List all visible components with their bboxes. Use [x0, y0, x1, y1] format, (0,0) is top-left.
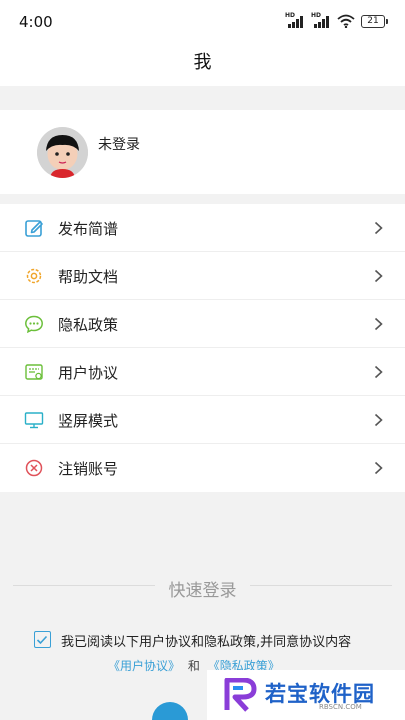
page-title: 我 — [193, 52, 212, 73]
gear-icon — [26, 268, 42, 284]
watermark-subtext: RBSCN.COM — [319, 703, 362, 711]
menu-label: 用户协议 — [58, 364, 119, 382]
battery-icon: 21 — [361, 15, 388, 28]
logo-icon — [224, 678, 257, 712]
user-card[interactable]: 未登录 — [0, 110, 405, 194]
quick-login-title: 快速登录 — [160, 581, 245, 601]
agreement-row: 我已阅读以下用户协议和隐私政策,并同意协议内容 — [34, 630, 394, 650]
menu-label: 竖屏模式 — [58, 412, 119, 430]
signal-hd-icon: HD — [285, 12, 305, 28]
page-header: 我 — [0, 44, 405, 86]
login-status-label[interactable]: 未登录 — [98, 134, 140, 154]
menu-item-user-agreement[interactable]: 用户协议 — [0, 348, 405, 396]
signal-hd-icon: HD — [311, 12, 331, 28]
cancel-circle-icon — [25, 459, 43, 477]
menu-label: 帮助文档 — [58, 268, 119, 286]
chevron-right-icon — [374, 317, 383, 331]
menu-label: 注销账号 — [58, 460, 119, 478]
menu-item-help-docs[interactable]: 帮助文档 — [0, 252, 405, 300]
chevron-right-icon — [374, 221, 383, 235]
edit-icon — [25, 220, 43, 237]
menu-item-privacy-policy[interactable]: 隐私政策 — [0, 300, 405, 348]
menu-item-publish-score[interactable]: 发布简谱 — [0, 204, 405, 252]
watermark: 若宝软件园 RBSCN.COM — [207, 670, 405, 720]
avatar[interactable] — [37, 127, 88, 178]
agreement-checkbox[interactable] — [34, 631, 51, 648]
status-time: 4:00 — [19, 13, 53, 31]
menu-item-portrait-mode[interactable]: 竖屏模式 — [0, 396, 405, 444]
and-text: 和 — [187, 659, 200, 673]
avatar-icon — [37, 127, 88, 178]
wifi-icon — [337, 14, 355, 28]
monitor-icon — [24, 412, 44, 429]
user-agreement-link[interactable]: 《用户协议》 — [108, 659, 180, 673]
menu-item-delete-account[interactable]: 注销账号 — [0, 444, 405, 492]
chevron-right-icon — [374, 413, 383, 427]
chevron-right-icon — [374, 461, 383, 475]
menu-label: 隐私政策 — [58, 316, 119, 334]
chat-bubble-icon — [25, 315, 43, 334]
menu-label: 发布简谱 — [58, 220, 119, 238]
check-icon — [36, 635, 48, 645]
status-icons: HD HD 21 — [285, 12, 388, 28]
settings-menu: 发布简谱 帮助文档 隐私政策 用户协议 竖屏模式 注销账号 — [0, 204, 405, 492]
agreement-text: 我已阅读以下用户协议和隐私政策,并同意协议内容 — [61, 635, 352, 650]
chevron-right-icon — [374, 365, 383, 379]
agreement-icon — [25, 364, 43, 380]
status-bar: 4:00 HD HD 21 — [0, 0, 405, 44]
quick-login-button[interactable] — [152, 702, 188, 720]
chevron-right-icon — [374, 269, 383, 283]
quick-login-heading: 快速登录 — [13, 576, 392, 601]
